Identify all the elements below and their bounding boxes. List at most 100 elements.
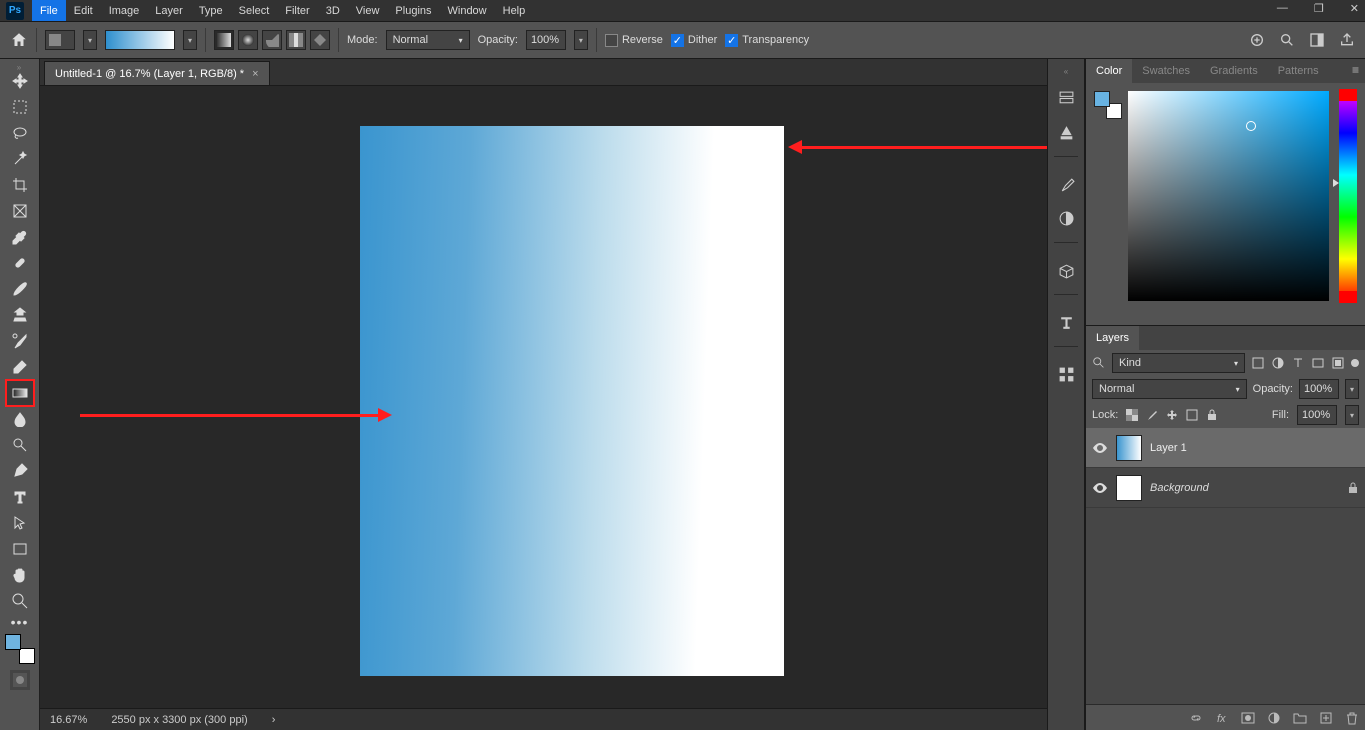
menu-file[interactable]: File: [32, 0, 66, 21]
lasso-tool[interactable]: [6, 120, 34, 146]
menu-help[interactable]: Help: [495, 0, 534, 21]
document-canvas[interactable]: [360, 126, 784, 676]
layer-opacity-dropdown[interactable]: ▾: [1345, 379, 1359, 399]
crop-tool[interactable]: [6, 172, 34, 198]
eraser-tool[interactable]: [6, 354, 34, 380]
new-layer-icon[interactable]: [1319, 711, 1333, 725]
brushes-panel-icon[interactable]: [1054, 172, 1078, 196]
blend-mode-select[interactable]: Normal▾: [386, 30, 470, 50]
filter-adjust-icon[interactable]: [1271, 356, 1285, 370]
lock-artboard-icon[interactable]: [1186, 409, 1198, 421]
zoom-tool[interactable]: [6, 588, 34, 614]
window-close-icon[interactable]: ✕: [1350, 2, 1359, 15]
layer-opacity-input[interactable]: 100%: [1299, 379, 1339, 399]
hand-tool[interactable]: [6, 562, 34, 588]
edit-toolbar-icon[interactable]: •••: [11, 614, 29, 630]
delete-layer-icon[interactable]: [1345, 711, 1359, 725]
layer-style-icon[interactable]: fx: [1215, 711, 1229, 725]
menu-image[interactable]: Image: [101, 0, 148, 21]
menu-select[interactable]: Select: [231, 0, 278, 21]
gradient-diamond-icon[interactable]: [310, 30, 330, 50]
clone-stamp-tool[interactable]: [6, 302, 34, 328]
frame-tool[interactable]: [6, 198, 34, 224]
healing-tool[interactable]: [6, 250, 34, 276]
background-color-swatch[interactable]: [19, 648, 35, 664]
tab-gradients[interactable]: Gradients: [1200, 59, 1268, 83]
document-tab[interactable]: Untitled-1 @ 16.7% (Layer 1, RGB/8) * ×: [44, 61, 270, 85]
window-minimize-icon[interactable]: —: [1277, 2, 1288, 15]
panel-menu-icon[interactable]: ≡: [1352, 63, 1359, 77]
window-restore-icon[interactable]: ❐: [1314, 2, 1324, 15]
visibility-icon[interactable]: [1092, 440, 1108, 456]
share-icon[interactable]: [1339, 32, 1355, 48]
tool-preset-picker[interactable]: [45, 30, 75, 50]
menu-edit[interactable]: Edit: [66, 0, 101, 21]
menu-3d[interactable]: 3D: [318, 0, 348, 21]
transparency-checkbox[interactable]: ✓Transparency: [725, 34, 809, 47]
character-panel-icon[interactable]: [1054, 310, 1078, 334]
layer-thumbnail[interactable]: [1116, 475, 1142, 501]
tab-color[interactable]: Color: [1086, 59, 1132, 83]
group-icon[interactable]: [1293, 711, 1307, 725]
lock-transparency-icon[interactable]: [1126, 409, 1138, 421]
history-panel-icon[interactable]: [1054, 86, 1078, 110]
tool-preset-dropdown[interactable]: ▾: [83, 30, 97, 50]
tab-close-icon[interactable]: ×: [252, 68, 258, 80]
filter-shape-icon[interactable]: [1311, 356, 1325, 370]
fill-dropdown[interactable]: ▾: [1345, 405, 1359, 425]
rectangle-tool[interactable]: [6, 536, 34, 562]
quick-mask-icon[interactable]: [10, 670, 30, 690]
menu-view[interactable]: View: [348, 0, 388, 21]
menu-plugins[interactable]: Plugins: [387, 0, 439, 21]
tab-layers[interactable]: Layers: [1086, 326, 1139, 350]
fill-input[interactable]: 100%: [1297, 405, 1337, 425]
layer-name[interactable]: Background: [1150, 482, 1339, 494]
adjustment-layer-icon[interactable]: [1267, 711, 1281, 725]
filter-toggle-icon[interactable]: [1351, 359, 1359, 367]
gradient-preview[interactable]: [105, 30, 175, 50]
color-picker-ring-icon[interactable]: [1246, 121, 1256, 131]
color-field[interactable]: [1128, 91, 1329, 301]
gradient-angle-icon[interactable]: [262, 30, 282, 50]
cloud-icon[interactable]: [1249, 32, 1265, 48]
adjustments-panel-icon[interactable]: [1054, 206, 1078, 230]
search-icon[interactable]: [1092, 356, 1106, 370]
tab-swatches[interactable]: Swatches: [1132, 59, 1200, 83]
expand-panels-icon[interactable]: «: [1064, 67, 1068, 76]
menu-filter[interactable]: Filter: [277, 0, 317, 21]
link-layers-icon[interactable]: [1189, 711, 1203, 725]
menu-layer[interactable]: Layer: [147, 0, 191, 21]
dither-checkbox[interactable]: ✓Dither: [671, 34, 717, 47]
dodge-tool[interactable]: [6, 432, 34, 458]
tab-patterns[interactable]: Patterns: [1268, 59, 1329, 83]
history-brush-tool[interactable]: [6, 328, 34, 354]
opacity-input[interactable]: 100%: [526, 30, 566, 50]
layer-blend-select[interactable]: Normal▾: [1092, 379, 1247, 399]
hue-slider[interactable]: [1339, 91, 1357, 301]
filter-pixel-icon[interactable]: [1251, 356, 1265, 370]
properties-panel-icon[interactable]: [1054, 120, 1078, 144]
home-icon[interactable]: [10, 31, 28, 49]
paths-panel-icon[interactable]: [1054, 362, 1078, 386]
canvas-area[interactable]: [40, 86, 1047, 708]
hue-pointer-icon[interactable]: [1333, 179, 1339, 187]
magic-wand-tool[interactable]: [6, 146, 34, 172]
color-fgbg[interactable]: [1094, 91, 1122, 119]
gradient-reflected-icon[interactable]: [286, 30, 306, 50]
lock-pixels-icon[interactable]: [1146, 409, 1158, 421]
gradient-linear-icon[interactable]: [214, 30, 234, 50]
type-tool[interactable]: [6, 484, 34, 510]
opacity-dropdown[interactable]: ▾: [574, 30, 588, 50]
status-chevron-icon[interactable]: ›: [272, 714, 276, 726]
lock-position-icon[interactable]: [1166, 409, 1178, 421]
libraries-panel-icon[interactable]: [1054, 258, 1078, 282]
reverse-checkbox[interactable]: Reverse: [605, 34, 663, 47]
foreground-color-swatch[interactable]: [5, 634, 21, 650]
gradient-radial-icon[interactable]: [238, 30, 258, 50]
path-select-tool[interactable]: [6, 510, 34, 536]
blur-tool[interactable]: [6, 406, 34, 432]
menu-window[interactable]: Window: [440, 0, 495, 21]
filter-smart-icon[interactable]: [1331, 356, 1345, 370]
zoom-level[interactable]: 16.67%: [50, 714, 87, 726]
brush-tool[interactable]: [6, 276, 34, 302]
